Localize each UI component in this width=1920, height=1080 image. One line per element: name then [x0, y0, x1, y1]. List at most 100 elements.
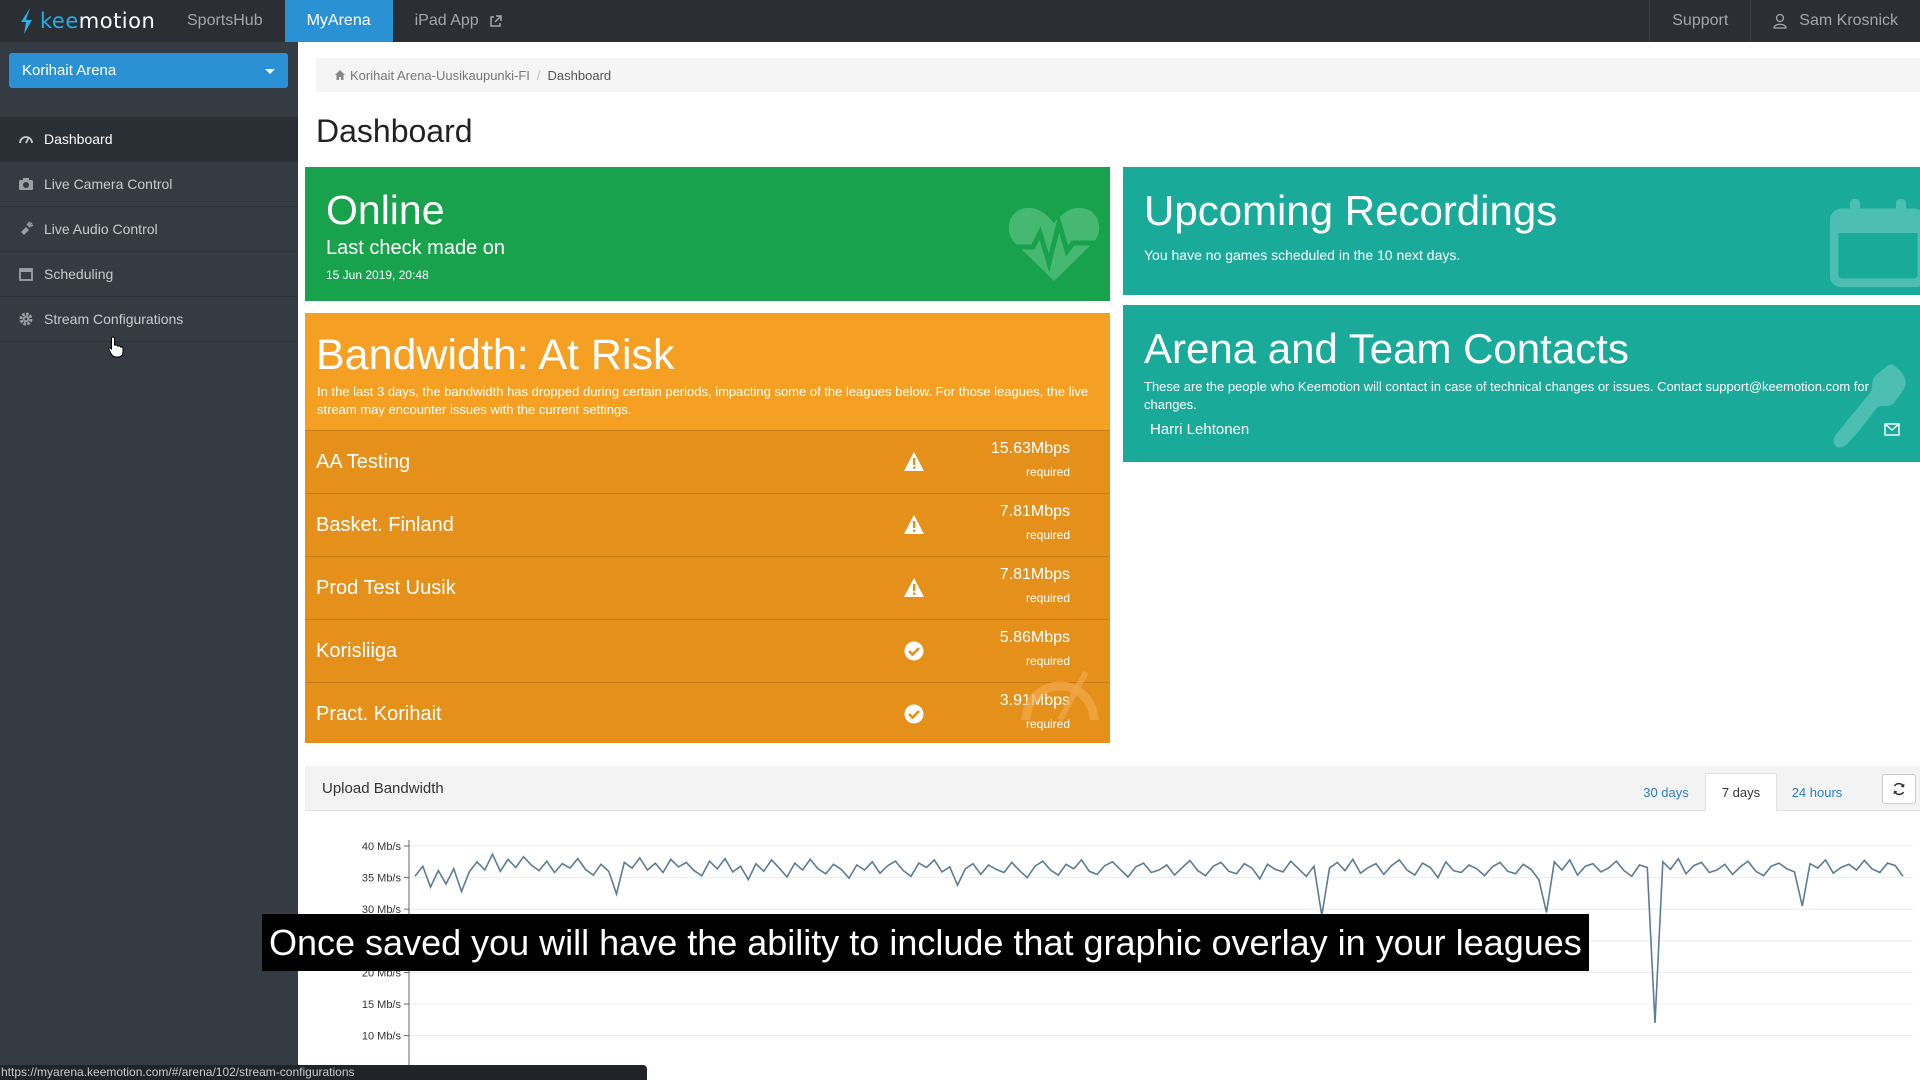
calendar-icon [1830, 199, 1920, 287]
sidebar-item-label: Live Audio Control [44, 221, 158, 237]
speedometer-icon [1021, 670, 1099, 722]
warning-icon [904, 578, 924, 597]
warning-icon [904, 452, 924, 471]
league-required-mbps: 5.86Mbps [999, 629, 1070, 646]
chevron-down-icon [265, 69, 275, 74]
logo-text-kee: kee [40, 9, 79, 33]
sidebar-item-label: Stream Configurations [44, 311, 184, 327]
logo-text-motion: motion [78, 9, 156, 33]
chart-y-tick-label: 15 Mb/s [362, 999, 402, 1011]
arena-selector[interactable]: Korihait Arena [9, 53, 288, 88]
refresh-button[interactable] [1882, 774, 1916, 804]
nav-sportshub-label: SportsHub [187, 12, 263, 29]
league-name: Basket. Finland [316, 514, 454, 536]
dashboard-icon [19, 136, 33, 144]
check-circle-icon [904, 641, 924, 661]
nav-myarena-label: MyArena [306, 12, 371, 29]
league-name: Pract. Korihait [316, 703, 442, 725]
video-subtitle: Once saved you will have the ability to … [262, 914, 1589, 971]
breadcrumb-home-link[interactable]: Korihait Arena-Uusikaupunki-FI [350, 68, 530, 83]
user-icon [1773, 13, 1787, 29]
top-navbar: keemotion SportsHub MyArena iPad App Sup… [0, 0, 1920, 42]
league-required-mbps: 15.63Mbps [990, 440, 1070, 457]
range-24-hours-button[interactable]: 24 hours [1777, 773, 1857, 811]
heartbeat-icon [1008, 207, 1100, 281]
camera-icon [19, 178, 33, 190]
status-bar-url: https://myarena.keemotion.com/#/arena/10… [0, 1065, 647, 1080]
league-row: Prod Test Uusik 7.81Mbps required [305, 556, 1110, 619]
upcoming-recordings-text: You have no games scheduled in the 10 ne… [1144, 247, 1461, 263]
sidebar-item-stream-configurations[interactable]: Stream Configurations [0, 297, 298, 342]
nav-sportshub[interactable]: SportsHub [165, 0, 285, 42]
contacts-text: These are the people who Keemotion will … [1144, 379, 1869, 412]
online-status-title: Online [326, 187, 445, 233]
bandwidth-description: In the last 3 days, the bandwidth has dr… [317, 384, 1089, 417]
check-circle-icon [904, 704, 924, 724]
league-row: AA Testing 15.63Mbps required [305, 430, 1110, 493]
league-required-mbps: 7.81Mbps [999, 566, 1070, 583]
calendar-icon [19, 268, 33, 281]
nav-support-label: Support [1672, 12, 1729, 29]
hand-cursor-icon [108, 336, 124, 358]
contact-name: Harri Lehtonen [1150, 421, 1250, 438]
chart-y-tick-label: 35 Mb/s [362, 873, 402, 885]
warning-icon [904, 515, 924, 534]
league-name: AA Testing [316, 451, 411, 473]
range-7-days-button[interactable]: 7 days [1705, 773, 1777, 811]
bandwidth-header: Bandwidth: At Risk In the last 3 days, t… [305, 313, 1110, 430]
upcoming-recordings-card: Upcoming Recordings You have no games sc… [1123, 167, 1920, 295]
logo-mark-icon [21, 8, 32, 34]
nav-myarena[interactable]: MyArena [284, 0, 393, 42]
breadcrumb: Korihait Arena-Uusikaupunki-FI / Dashboa… [316, 58, 1920, 92]
nav-support[interactable]: Support [1649, 0, 1750, 42]
sidebar-item-label: Scheduling [44, 266, 114, 282]
phone-icon [1833, 364, 1906, 448]
sidebar-item-label: Live Camera Control [44, 176, 173, 192]
nav-user-menu[interactable]: Sam Krosnick [1750, 0, 1920, 42]
sidebar-item-scheduling[interactable]: Scheduling [0, 252, 298, 297]
sidebar: Korihait Arena Dashboard Live Camera Con… [0, 42, 298, 1080]
external-link-icon [489, 14, 502, 27]
online-status-date: 15 Jun 2019, 20:48 [326, 268, 429, 282]
nav-user-name: Sam Krosnick [1799, 12, 1898, 29]
league-row: Pract. Korihait 3.91Mbps required [305, 682, 1110, 743]
upload-bandwidth-header: Upload Bandwidth 30 days 7 days 24 hours [305, 766, 1920, 811]
sidebar-item-live-audio-control[interactable]: Live Audio Control [0, 207, 298, 252]
league-required-label: required [1025, 465, 1070, 479]
gear-icon [19, 312, 33, 326]
nav-ipad-app-label: iPad App [414, 12, 479, 29]
arena-selector-value: Korihait Arena [22, 62, 117, 79]
refresh-icon [1893, 782, 1905, 796]
chart-y-tick-label: 40 Mb/s [362, 841, 402, 853]
breadcrumb-current: Dashboard [547, 67, 612, 83]
upcoming-recordings-title: Upcoming Recordings [1144, 187, 1558, 234]
league-row: Basket. Finland 7.81Mbps required [305, 493, 1110, 556]
sidebar-item-label: Dashboard [44, 131, 113, 147]
sidebar-item-live-camera-control[interactable]: Live Camera Control [0, 162, 298, 207]
league-name: Prod Test Uusik [316, 577, 456, 599]
sidebar-item-dashboard[interactable]: Dashboard [0, 117, 298, 162]
league-row: Korisliiga 5.86Mbps required [305, 619, 1110, 682]
league-required-label: required [1025, 528, 1070, 542]
mail-icon[interactable] [1884, 423, 1900, 436]
bandwidth-card: Bandwidth: At Risk In the last 3 days, t… [305, 313, 1110, 743]
nav-ipad-app[interactable]: iPad App [393, 0, 524, 42]
online-status-card: Online Last check made on 15 Jun 2019, 2… [305, 167, 1110, 301]
range-30-days-button[interactable]: 30 days [1627, 773, 1705, 811]
contacts-title: Arena and Team Contacts [1144, 325, 1629, 372]
league-name: Korisliiga [316, 640, 398, 662]
keemotion-logo[interactable]: keemotion [0, 0, 165, 42]
upload-bandwidth-title: Upload Bandwidth [322, 780, 444, 797]
league-required-mbps: 7.81Mbps [999, 503, 1070, 520]
home-icon [335, 70, 345, 80]
online-status-subtitle: Last check made on [326, 237, 505, 259]
breadcrumb-separator: / [536, 67, 541, 83]
audio-icon [21, 221, 34, 235]
chart-y-tick-label: 10 Mb/s [362, 1031, 402, 1043]
sidebar-nav: Dashboard Live Camera Control Live Audio… [0, 117, 298, 342]
page-title: Dashboard [316, 113, 473, 149]
contacts-card: Arena and Team Contacts These are the pe… [1123, 305, 1920, 462]
league-required-label: required [1025, 591, 1070, 605]
bandwidth-title: Bandwidth: At Risk [316, 331, 675, 379]
